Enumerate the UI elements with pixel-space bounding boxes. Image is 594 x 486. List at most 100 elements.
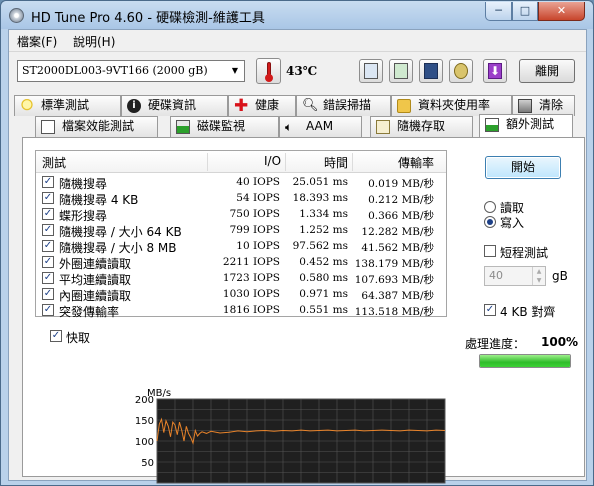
table-header: 測試 I/O 時間 傳輸率: [36, 151, 446, 173]
close-button[interactable]: ✕: [538, 2, 585, 21]
row-rate: 0.212 MB/秒: [368, 194, 434, 206]
column-divider[interactable]: [207, 153, 208, 171]
tab-benchmark-label: 標準測試: [41, 98, 90, 112]
trash-icon: [518, 99, 532, 113]
row-time: 0.551 ms: [299, 304, 348, 316]
row-time: 1.334 ms: [299, 208, 348, 220]
copy-image-icon: [394, 63, 408, 79]
row-checkbox[interactable]: ✓: [42, 224, 54, 236]
progress-fill: [480, 355, 570, 367]
write-radio[interactable]: [484, 216, 496, 228]
quick-label: 快取: [66, 331, 91, 345]
temperature-value: 43℃: [286, 64, 318, 78]
options-button[interactable]: [449, 59, 473, 83]
tab-aam[interactable]: 🔈︎ AAM: [279, 116, 362, 137]
table-row[interactable]: ✓ 隨機搜尋 40 IOPS 25.051 ms 0.019 MB/秒: [36, 174, 446, 191]
start-button[interactable]: 開始: [485, 156, 561, 179]
tab-disk-info-label: 硬碟資訊: [148, 98, 197, 112]
table-row[interactable]: ✓ 隨機搜尋 4 KB 54 IOPS 18.393 ms 0.212 MB/秒: [36, 190, 446, 207]
progress-bar: [479, 354, 571, 368]
menu-file[interactable]: 檔案(F): [17, 33, 57, 50]
row-io: 10 IOPS: [236, 240, 280, 252]
temperature-button[interactable]: [256, 58, 281, 84]
title-bar[interactable]: HD Tune Pro 4.60 - 硬碟檢測-維護工具 ─ □ ✕: [1, 1, 593, 29]
row-rate: 113.518 MB/秒: [354, 306, 434, 318]
tab-benchmark[interactable]: 標準測試: [14, 95, 121, 116]
tab-file-benchmark[interactable]: 檔案效能測試: [35, 116, 158, 137]
short-test-size-spinner[interactable]: 40 ▲ ▼: [484, 266, 546, 286]
row-checkbox[interactable]: ✓: [42, 240, 54, 252]
table-row[interactable]: ✓ 內圈連續讀取 1030 IOPS 0.971 ms 64.387 MB/秒: [36, 286, 446, 303]
row-time: 18.393 ms: [292, 192, 348, 204]
save-button[interactable]: [419, 59, 443, 83]
progress-label: 處理進度：: [465, 337, 526, 351]
spin-up-icon[interactable]: ▲: [532, 267, 545, 276]
table-row[interactable]: ✓ 隨機搜尋 / 大小 64 KB 799 IOPS 1.252 ms 12.282 M…: [36, 222, 446, 239]
copy-image-button[interactable]: [389, 59, 413, 83]
table-row[interactable]: ✓ 突發傳輸率 1816 IOPS 0.551 ms 113.518 MB/秒: [36, 302, 446, 319]
quick-checkbox[interactable]: ✓: [50, 330, 62, 342]
tab-extra-tests[interactable]: 額外測試: [479, 114, 573, 137]
table-row[interactable]: ✓ 蝶形搜尋 750 IOPS 1.334 ms 0.366 MB/秒: [36, 206, 446, 223]
tab-aam-label: AAM: [306, 119, 334, 133]
tab-erase[interactable]: 清除: [512, 95, 575, 116]
row-time: 1.252 ms: [299, 224, 348, 236]
row-checkbox[interactable]: ✓: [42, 288, 54, 300]
speaker-icon: 🔈︎: [285, 120, 293, 134]
row-checkbox[interactable]: ✓: [42, 176, 54, 188]
table-row[interactable]: ✓ 平均連續讀取 1723 IOPS 0.580 ms 107.693 MB/秒: [36, 270, 446, 287]
window-title: HD Tune Pro 4.60 - 硬碟檢測-維護工具: [31, 11, 265, 26]
table-row[interactable]: ✓ 隨機搜尋 / 大小 8 MB 10 IOPS 97.562 ms 41.562 MB…: [36, 238, 446, 255]
tab-health[interactable]: ✚ 健康: [228, 95, 296, 116]
chevron-down-icon[interactable]: ▼: [226, 61, 244, 81]
radio-selected-dot: [487, 219, 493, 225]
health-cross-icon: ✚: [234, 96, 249, 116]
row-rate: 138.179 MB/秒: [354, 258, 434, 270]
row-io: 750 IOPS: [229, 208, 280, 220]
download-button[interactable]: ⬇: [483, 59, 507, 83]
header-rate[interactable]: 傳輸率: [398, 154, 434, 171]
row-io: 799 IOPS: [229, 224, 280, 236]
chart-y-tick-label: 150: [135, 416, 154, 427]
align-4kb-checkbox[interactable]: ✓: [484, 304, 496, 316]
folder-icon: [397, 99, 411, 113]
row-checkbox[interactable]: ✓: [42, 208, 54, 220]
tab-extra-tests-label: 額外測試: [506, 117, 555, 131]
row-test-name: 突發傳輸率: [59, 305, 120, 319]
table-row[interactable]: ✓ 外圈連續讀取 2211 IOPS 0.452 ms 138.179 MB/秒: [36, 254, 446, 271]
short-test-unit: gB: [552, 269, 568, 283]
tab-folder-usage[interactable]: 資料夾使用率: [391, 95, 512, 116]
header-io[interactable]: I/O: [264, 154, 281, 168]
row-checkbox[interactable]: ✓: [42, 304, 54, 316]
minimize-button[interactable]: ─: [485, 2, 512, 21]
read-radio[interactable]: [484, 201, 496, 213]
tab-error-scan[interactable]: 🔍︎ 錯誤掃描: [296, 95, 391, 116]
tab-disk-monitor[interactable]: 磁碟監視: [170, 116, 279, 137]
row-io: 40 IOPS: [236, 176, 280, 188]
row-checkbox[interactable]: ✓: [42, 256, 54, 268]
extra-tests-panel: 測試 I/O 時間 傳輸率 ✓ 隨機搜尋 40 IOPS 25.051 ms 0.019…: [22, 137, 585, 484]
column-divider[interactable]: [352, 153, 353, 171]
tab-disk-info[interactable]: i 硬碟資訊: [121, 95, 228, 116]
copy-text-button[interactable]: [359, 59, 383, 83]
menu-help[interactable]: 說明(H): [73, 33, 115, 50]
exit-button[interactable]: 離開: [519, 59, 575, 83]
row-rate: 41.562 MB/秒: [361, 242, 434, 254]
drive-select[interactable]: ST2000DL003-9VT166 (2000 gB) ▼: [17, 60, 245, 82]
tab-random-access[interactable]: 隨機存取: [370, 116, 473, 137]
disk-monitor-icon: [176, 120, 190, 134]
spin-down-icon[interactable]: ▼: [532, 276, 545, 285]
drive-select-value: ST2000DL003-9VT166 (2000 gB): [22, 64, 208, 77]
header-time[interactable]: 時間: [324, 154, 348, 171]
row-checkbox[interactable]: ✓: [42, 272, 54, 284]
row-checkbox[interactable]: ✓: [42, 192, 54, 204]
header-test[interactable]: 測試: [42, 154, 66, 171]
copy-text-icon: [364, 63, 378, 79]
maximize-button[interactable]: □: [512, 2, 538, 21]
results-table[interactable]: 測試 I/O 時間 傳輸率 ✓ 隨機搜尋 40 IOPS 25.051 ms 0.019…: [35, 150, 447, 319]
short-test-checkbox[interactable]: [484, 245, 496, 257]
app-disk-icon[interactable]: [9, 8, 24, 23]
client-area: 檔案(F) 說明(H) ST2000DL003-9VT166 (2000 gB)…: [8, 29, 587, 484]
info-icon: i: [127, 99, 141, 113]
column-divider[interactable]: [285, 153, 286, 171]
